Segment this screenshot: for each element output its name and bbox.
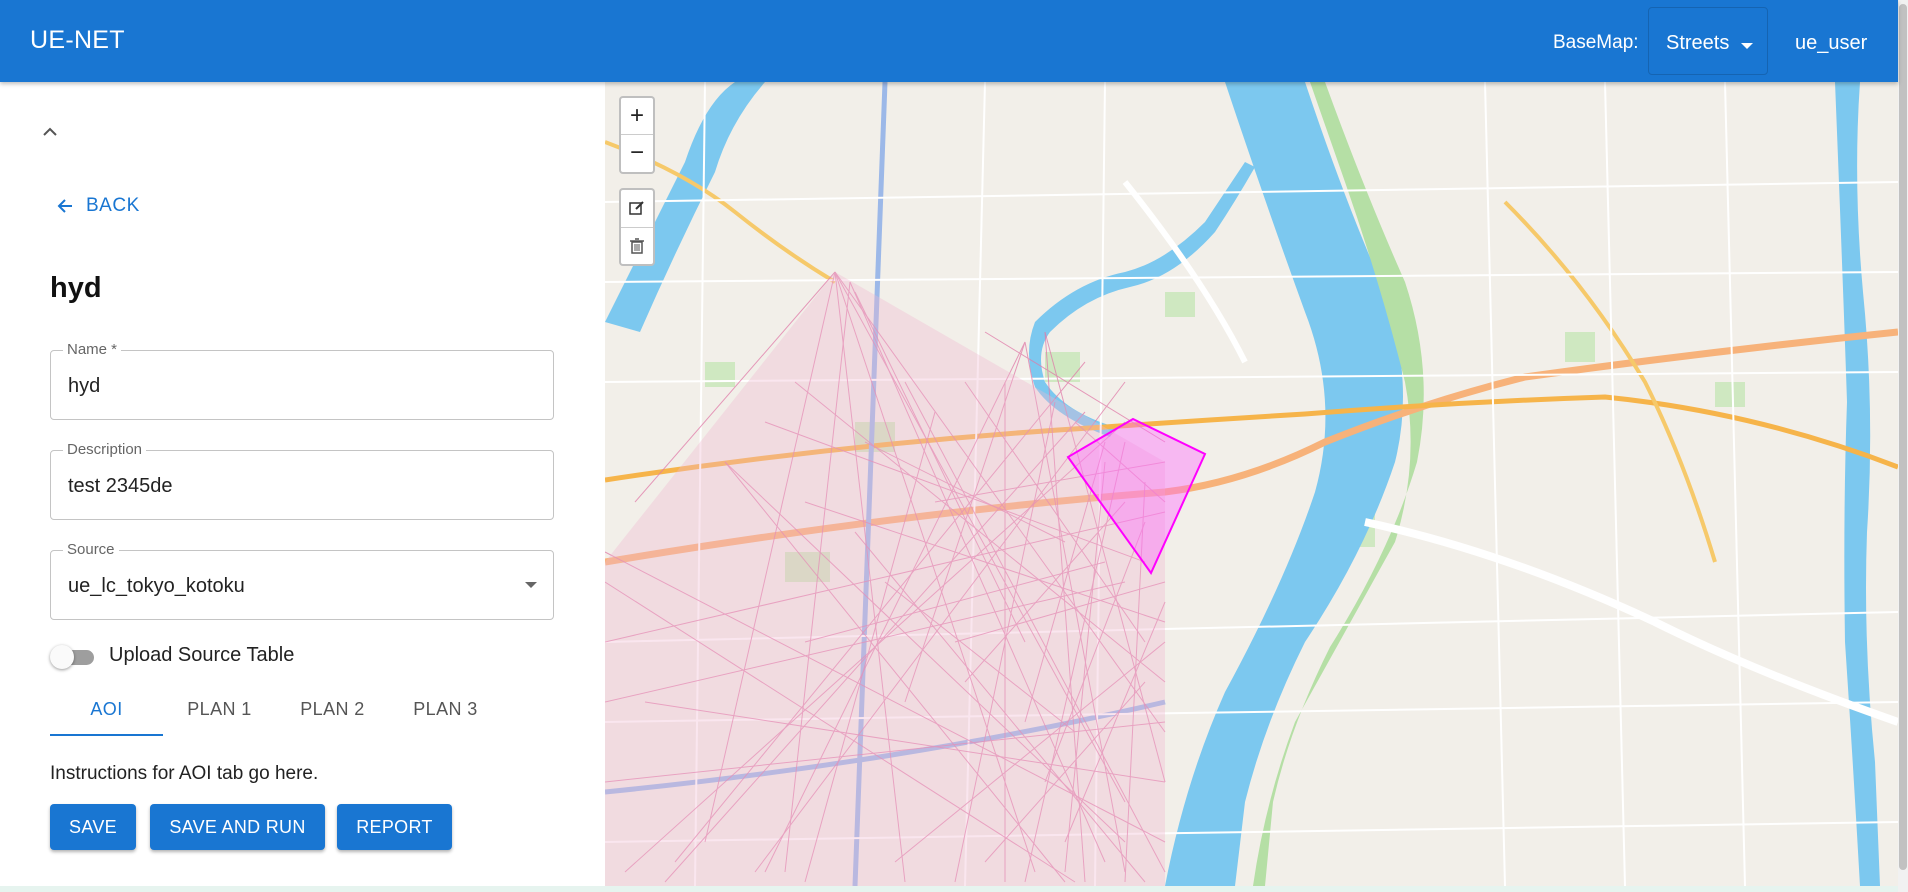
bottom-strip (0, 886, 1898, 892)
basemap-label: BaseMap: (1553, 32, 1639, 53)
zoom-in-button[interactable]: + (621, 98, 653, 135)
toggle-thumb (50, 645, 74, 669)
upload-source-toggle[interactable] (50, 645, 96, 669)
tab-plan-3[interactable]: PLAN 3 (389, 682, 502, 736)
chevron-up-icon[interactable] (40, 122, 60, 142)
map-canvas (605, 82, 1898, 886)
tab-instructions: Instructions for AOI tab go here. (50, 763, 319, 784)
basemap-value: Streets (1666, 32, 1730, 54)
description-field-label: Description (63, 441, 147, 458)
name-field-value: hyd (68, 375, 101, 397)
description-field[interactable]: Description test 2345de (50, 441, 554, 520)
report-button[interactable]: REPORT (337, 804, 452, 850)
plan-tabs: AOI PLAN 1 PLAN 2 PLAN 3 (50, 682, 605, 737)
delete-layers-button[interactable] (621, 228, 653, 265)
name-field[interactable]: Name * hyd (50, 341, 554, 420)
upload-source-label: Upload Source Table (109, 644, 295, 666)
name-field-label: Name * (63, 341, 122, 358)
zoom-out-button[interactable]: − (621, 135, 653, 171)
zoom-control: + − (619, 96, 655, 174)
tab-aoi[interactable]: AOI (50, 682, 163, 736)
app-bar: UE-NET BaseMap: Streets ue_user (0, 0, 1898, 82)
back-button[interactable]: BACK (56, 192, 140, 220)
chevron-down-icon (525, 582, 537, 588)
page-scrollbar-thumb[interactable] (1899, 4, 1907, 870)
map-view[interactable]: + − (605, 82, 1898, 886)
od-area-fill (605, 272, 1165, 886)
source-field-label: Source (63, 541, 119, 558)
arrow-left-icon (57, 199, 72, 213)
edit-layers-button[interactable] (621, 190, 653, 228)
back-label: BACK (86, 195, 140, 216)
chevron-down-icon (1741, 43, 1753, 49)
tab-indicator (50, 734, 163, 736)
tab-plan-1[interactable]: PLAN 1 (163, 682, 276, 736)
app-title: UE-NET (30, 26, 125, 54)
basemap-select[interactable]: Streets (1648, 7, 1768, 75)
tab-plan-2[interactable]: PLAN 2 (276, 682, 389, 736)
page-title: hyd (50, 272, 102, 304)
trash-icon (630, 238, 644, 254)
side-panel: BACK hyd Name * hyd Description test 234… (0, 82, 605, 886)
source-select[interactable]: Source ue_lc_tokyo_kotoku (50, 541, 554, 620)
draw-toolbar (619, 188, 655, 266)
source-field-value: ue_lc_tokyo_kotoku (68, 575, 245, 597)
edit-icon (629, 201, 644, 215)
save-and-run-button[interactable]: SAVE AND RUN (150, 804, 325, 850)
description-field-value: test 2345de (68, 475, 173, 497)
user-menu[interactable]: ue_user (1795, 32, 1867, 55)
save-button[interactable]: SAVE (50, 804, 136, 850)
